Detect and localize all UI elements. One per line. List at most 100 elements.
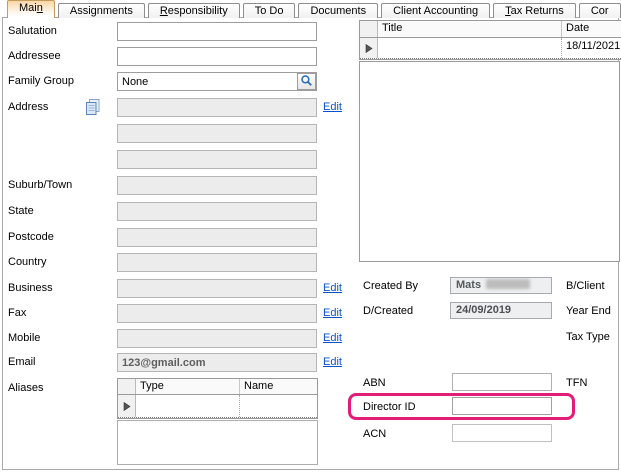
tab-label: Assignments [70, 5, 133, 17]
d-created-value: 24/09/2019 [456, 304, 511, 316]
address-1-label: Address [8, 101, 48, 113]
tab-responsibility[interactable]: Responsibility [148, 3, 240, 18]
aliases-row[interactable] [118, 395, 317, 418]
fax-label: Fax [8, 307, 26, 319]
aliases-cell-name[interactable] [240, 395, 317, 417]
email-label: Email [8, 356, 36, 368]
tax-type-label: Tax Type [566, 331, 610, 343]
d-created-field: 24/09/2019 [450, 302, 552, 319]
tab-label: Documents [310, 5, 366, 17]
copy-address-icon[interactable] [84, 98, 102, 116]
tab-tax-returns[interactable]: Tax Returns [493, 3, 576, 18]
email-edit-link[interactable]: Edit [323, 356, 342, 368]
form-row-addressee: Addressee [8, 47, 356, 66]
aliases-header-type: Type [136, 379, 240, 394]
address-1-input [117, 98, 317, 117]
client-details-window: Main Assignments Responsibility To Do Docume… [0, 0, 621, 474]
tab-main[interactable]: Main [7, 0, 55, 18]
abn-input[interactable] [452, 373, 552, 391]
form-row-family-group: Family Group [8, 72, 356, 91]
family-group-input[interactable] [117, 72, 317, 91]
country-input [117, 253, 317, 272]
documents-row[interactable]: 18/11/2021 [360, 38, 621, 59]
aliases-label: Aliases [8, 382, 43, 394]
mobile-edit-link[interactable]: Edit [323, 332, 342, 344]
postcode-input [117, 228, 317, 247]
tab-label: Main [19, 2, 43, 14]
salutation-input[interactable] [117, 22, 317, 41]
director-id-label: Director ID [363, 401, 416, 413]
row-selector-arrow-icon[interactable] [360, 38, 378, 58]
form-row-business: Business Edit [8, 279, 356, 298]
d-created-label: D/Created [363, 305, 413, 317]
tab-documents[interactable]: Documents [298, 3, 378, 18]
tab-cor[interactable]: Cor [579, 3, 621, 18]
form-row-email: Email Edit [8, 353, 356, 372]
documents-grid-header: Title Date [360, 21, 621, 38]
director-id-input[interactable] [452, 397, 552, 415]
tab-label: Client Accounting [393, 5, 478, 17]
tab-client-accounting[interactable]: Client Accounting [381, 3, 490, 18]
state-label: State [8, 205, 34, 217]
salutation-label: Salutation [8, 25, 57, 37]
postcode-label: Postcode [8, 231, 54, 243]
documents-header-selector-cell [360, 21, 378, 37]
tab-label: Cor [591, 5, 609, 17]
form-row-address-2 [8, 124, 356, 143]
tfn-label: TFN [566, 377, 587, 389]
tab-to-do[interactable]: To Do [243, 3, 296, 18]
aliases-cell-type[interactable] [136, 395, 240, 417]
acn-label: ACN [363, 428, 386, 440]
form-row-postcode: Postcode [8, 228, 356, 247]
business-input [117, 279, 317, 298]
aliases-grid-header: Type Name [118, 379, 317, 395]
suburb-town-label: Suburb/Town [8, 179, 72, 191]
email-input [117, 353, 317, 372]
addressee-label: Addressee [8, 50, 61, 62]
family-group-label: Family Group [8, 75, 74, 87]
suburb-town-input [117, 176, 317, 195]
country-label: Country [8, 256, 47, 268]
addressee-input[interactable] [117, 47, 317, 66]
fax-input [117, 304, 317, 323]
abn-label: ABN [363, 377, 386, 389]
tab-assignments[interactable]: Assignments [58, 3, 145, 18]
form-row-mobile: Mobile Edit [8, 329, 356, 348]
form-row-fax: Fax Edit [8, 304, 356, 323]
fax-edit-link[interactable]: Edit [323, 307, 342, 319]
family-group-search-button[interactable] [297, 73, 316, 90]
tab-label: Responsibility [160, 5, 228, 17]
form-row-address-3 [8, 150, 356, 169]
b-client-label: B/Client [566, 280, 605, 292]
tab-label: Tax Returns [505, 5, 564, 17]
documents-cell-title[interactable] [378, 38, 562, 58]
created-by-label: Created By [363, 280, 418, 292]
form-row-salutation: Salutation [8, 22, 356, 41]
address-1-edit-link[interactable]: Edit [323, 101, 342, 113]
acn-input[interactable] [452, 424, 552, 442]
documents-grid-empty-area [359, 61, 620, 262]
mobile-label: Mobile [8, 332, 40, 344]
created-by-field: Mats [450, 277, 552, 294]
row-selector-arrow-icon[interactable] [118, 395, 136, 417]
address-2-input [117, 124, 317, 143]
business-label: Business [8, 282, 53, 294]
documents-header-date: Date [562, 21, 621, 37]
search-icon [300, 74, 313, 87]
tab-label: To Do [255, 5, 284, 17]
state-input [117, 202, 317, 221]
documents-cell-date[interactable]: 18/11/2021 [562, 38, 621, 58]
documents-header-title: Title [378, 21, 562, 37]
aliases-header-selector-cell [118, 379, 136, 394]
form-row-suburb-town: Suburb/Town [8, 176, 356, 195]
documents-grid[interactable]: Title Date 18/11/2021 [359, 20, 621, 60]
created-by-value: Mats [456, 279, 481, 291]
business-edit-link[interactable]: Edit [323, 282, 342, 294]
form-row-state: State [8, 202, 356, 221]
aliases-grid-empty-area [117, 420, 318, 465]
form-row-country: Country [8, 253, 356, 272]
aliases-grid[interactable]: Type Name [117, 378, 318, 419]
form-row-address-1: Address Edit [8, 98, 356, 117]
mobile-input [117, 329, 317, 348]
address-3-input [117, 150, 317, 169]
